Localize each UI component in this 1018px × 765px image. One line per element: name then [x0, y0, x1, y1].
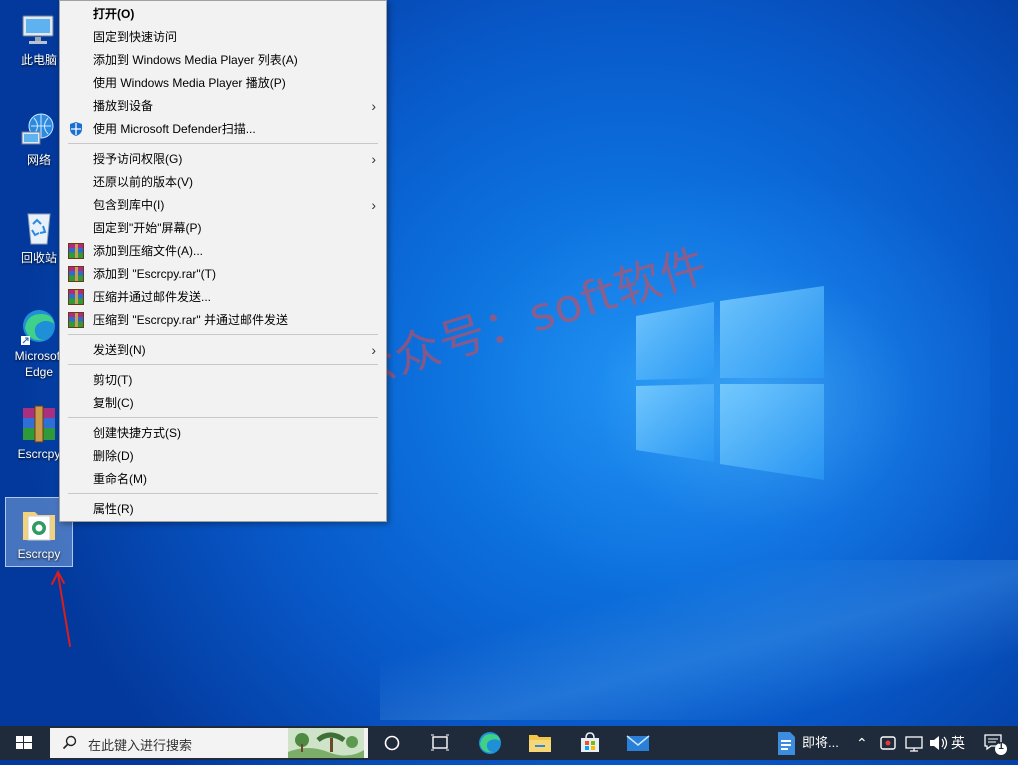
winrar-icon	[68, 312, 84, 328]
menu-item-label: 剪切(T)	[93, 373, 133, 387]
menu-item-cast-to-device[interactable]: 播放到设备 ›	[60, 95, 386, 117]
menu-item-compress-rar-email[interactable]: 压缩到 "Escrcpy.rar" 并通过邮件发送	[60, 309, 386, 331]
chevron-right-icon: ›	[371, 342, 376, 358]
menu-item-properties[interactable]: 属性(R)	[60, 498, 386, 520]
folder-icon	[529, 735, 551, 752]
tray-app-icon	[880, 736, 896, 750]
mail-icon	[626, 735, 650, 751]
taskbar: 在此键入进行搜索 即将... ⌃ 英 1	[0, 726, 1018, 760]
context-menu: 打开(O) 固定到快速访问 添加到 Windows Media Player 列…	[59, 0, 387, 522]
menu-item-include-library[interactable]: 包含到库中(I) ›	[60, 194, 386, 216]
menu-item-add-to-archive[interactable]: 添加到压缩文件(A)...	[60, 240, 386, 262]
task-view-cortana-button[interactable]	[372, 726, 412, 760]
menu-item-add-wmp-list[interactable]: 添加到 Windows Media Player 列表(A)	[60, 49, 386, 71]
action-center-button[interactable]: 1	[980, 726, 1014, 760]
chevron-right-icon: ›	[371, 98, 376, 114]
menu-item-label: 还原以前的版本(V)	[93, 175, 193, 189]
start-button[interactable]	[0, 726, 48, 760]
defender-shield-icon	[70, 122, 82, 136]
taskbar-store-button[interactable]	[570, 726, 610, 760]
winrar-icon	[68, 243, 84, 259]
menu-item-add-to-escrcpy-rar[interactable]: 添加到 "Escrcpy.rar"(T)	[60, 263, 386, 285]
menu-item-label: 授予访问权限(G)	[93, 152, 183, 166]
menu-item-pin-quick-access[interactable]: 固定到快速访问	[60, 26, 386, 48]
menu-item-label: 创建快捷方式(S)	[93, 426, 181, 440]
menu-item-label: 重命名(M)	[93, 472, 147, 486]
menu-item-label: 发送到(N)	[93, 343, 146, 357]
menu-item-copy[interactable]: 复制(C)	[60, 392, 386, 414]
menu-item-label: 压缩并通过邮件发送...	[93, 290, 212, 304]
menu-item-label: 添加到 "Escrcpy.rar"(T)	[93, 267, 216, 281]
ime-indicator[interactable]: 英	[951, 726, 965, 760]
menu-item-compress-email[interactable]: 压缩并通过邮件发送...	[60, 286, 386, 308]
menu-item-label: 删除(D)	[93, 449, 134, 463]
taskbar-file-explorer-button[interactable]	[520, 726, 560, 760]
menu-item-label: 复制(C)	[93, 396, 134, 410]
menu-item-label: 固定到"开始"屏幕(P)	[93, 221, 202, 235]
menu-item-open[interactable]: 打开(O)	[60, 3, 386, 25]
winrar-icon	[68, 266, 84, 282]
menu-item-pin-start[interactable]: 固定到"开始"屏幕(P)	[60, 217, 386, 239]
windows-start-icon	[16, 736, 32, 749]
menu-item-label: 添加到 Windows Media Player 列表(A)	[93, 53, 298, 67]
menu-separator	[68, 493, 378, 494]
winrar-icon	[68, 289, 84, 305]
task-view-icon	[431, 734, 449, 751]
menu-item-label: 使用 Windows Media Player 播放(P)	[93, 76, 286, 90]
notification-count: 1	[998, 741, 1004, 752]
cortana-circle-icon	[384, 735, 400, 751]
menu-item-label: 添加到压缩文件(A)...	[93, 244, 203, 258]
search-icon	[62, 735, 77, 750]
volume-button[interactable]	[924, 726, 952, 760]
menu-item-label: 播放到设备	[93, 99, 154, 113]
taskbar-edge-button[interactable]	[470, 726, 510, 760]
menu-item-delete[interactable]: 删除(D)	[60, 445, 386, 467]
show-hidden-icons-button[interactable]: ⌃	[856, 726, 868, 760]
menu-item-create-shortcut[interactable]: 创建快捷方式(S)	[60, 422, 386, 444]
arrow-to-folder	[57, 573, 71, 647]
taskbar-mail-button[interactable]	[618, 726, 658, 760]
chevron-right-icon: ›	[371, 151, 376, 167]
menu-item-play-wmp[interactable]: 使用 Windows Media Player 播放(P)	[60, 72, 386, 94]
chevron-up-icon: ⌃	[856, 735, 868, 751]
menu-separator	[68, 334, 378, 335]
task-view-button[interactable]	[420, 726, 460, 760]
menu-separator	[68, 364, 378, 365]
menu-item-cut[interactable]: 剪切(T)	[60, 369, 386, 391]
menu-item-label: 打开(O)	[93, 7, 135, 21]
speaker-icon	[930, 736, 948, 750]
taskbar-document-app-button[interactable]	[766, 726, 806, 760]
taskbar-task-label[interactable]: 即将...	[802, 726, 839, 760]
menu-separator	[68, 417, 378, 418]
menu-item-label: 包含到库中(I)	[93, 198, 165, 212]
menu-item-send-to[interactable]: 发送到(N) ›	[60, 339, 386, 361]
store-bag-icon	[581, 732, 599, 752]
chevron-right-icon: ›	[371, 197, 376, 213]
menu-item-label: 压缩到 "Escrcpy.rar" 并通过邮件发送	[93, 313, 288, 327]
edge-icon	[479, 732, 501, 754]
taskbar-search-box[interactable]: 在此键入进行搜索	[50, 728, 368, 758]
menu-separator	[68, 143, 378, 144]
menu-item-give-access[interactable]: 授予访问权限(G) ›	[60, 148, 386, 170]
menu-item-defender-scan[interactable]: 使用 Microsoft Defender扫描...	[60, 118, 386, 140]
menu-item-restore-versions[interactable]: 还原以前的版本(V)	[60, 171, 386, 193]
search-highlight-landscape-icon	[288, 728, 364, 758]
menu-item-rename[interactable]: 重命名(M)	[60, 468, 386, 490]
menu-item-label: 属性(R)	[93, 502, 134, 516]
search-placeholder: 在此键入进行搜索	[88, 738, 193, 753]
tray-app-button[interactable]	[874, 726, 902, 760]
document-icon	[778, 732, 795, 755]
menu-item-label: 固定到快速访问	[93, 30, 178, 44]
menu-item-label: 使用 Microsoft Defender扫描...	[93, 122, 256, 136]
